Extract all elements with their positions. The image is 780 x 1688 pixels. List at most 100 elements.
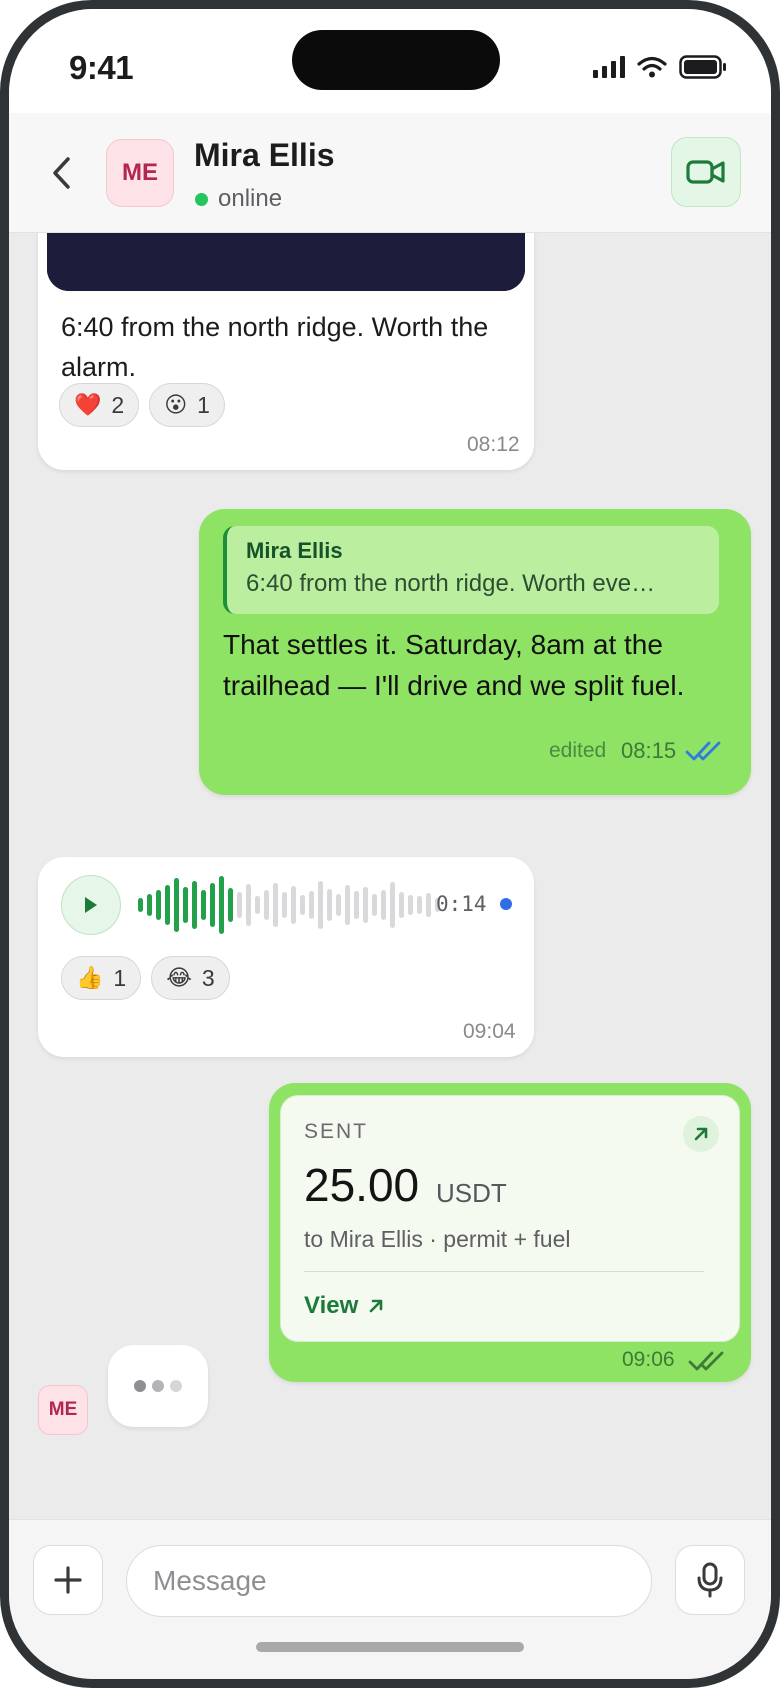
- quoted-message[interactable]: Mira Ellis 6:40 from the north ridge. Wo…: [223, 526, 719, 614]
- transaction-currency: USDT: [436, 1178, 507, 1208]
- waveform-bar: [354, 891, 359, 919]
- composer-bar: [9, 1519, 771, 1679]
- reactions: 👍 1 😂 3: [61, 956, 230, 1000]
- double-check-read-icon: [685, 741, 721, 761]
- waveform-bar: [336, 894, 341, 916]
- double-check-delivered-icon: [688, 1351, 724, 1371]
- waveform-bar: [372, 894, 377, 916]
- wifi-icon: [637, 56, 667, 78]
- divider: [304, 1271, 704, 1272]
- reaction-laughing[interactable]: 😂 3: [151, 956, 230, 1000]
- waveform-bar: [417, 896, 422, 914]
- online-dot: [195, 192, 208, 206]
- typing-dot: [134, 1380, 146, 1392]
- waveform-bar: [237, 892, 242, 918]
- message-time: 09:04: [463, 1020, 516, 1043]
- waveform-bar: [255, 896, 260, 914]
- message-reply[interactable]: Mira Ellis 6:40 from the north ridge. Wo…: [199, 509, 751, 795]
- view-transaction-link[interactable]: View: [304, 1292, 384, 1320]
- waveform-bar: [399, 892, 404, 918]
- reaction-count: 1: [197, 391, 210, 418]
- contact-name[interactable]: Mira Ellis: [194, 137, 335, 174]
- thumbs-up-emoji: 👍: [76, 965, 104, 991]
- message-time: 08:15: [621, 738, 677, 763]
- waveform-bar: [363, 887, 368, 923]
- quote-author: Mira Ellis: [246, 538, 343, 563]
- voice-duration: 0:14: [436, 892, 487, 916]
- waveform-bar: [426, 893, 431, 917]
- message-text: 6:40 from the north ridge. Worth the ala…: [61, 312, 489, 382]
- waveform-bar: [291, 886, 296, 924]
- message-time: 09:06: [622, 1348, 675, 1371]
- quote-text: 6:40 from the north ridge. Worth eve…: [246, 570, 656, 597]
- screen: 9:41 ME Mira Ellis online 6:40 from the …: [9, 9, 771, 1679]
- transaction-status: SENT: [304, 1120, 369, 1143]
- typing-dot: [152, 1380, 164, 1392]
- video-call-button[interactable]: [671, 137, 741, 207]
- dynamic-island: [292, 30, 500, 90]
- reaction-surprised[interactable]: 😮 1: [149, 383, 225, 427]
- message-voice[interactable]: 0:14 👍 1 😂 3 09:04: [38, 857, 534, 1057]
- presence-status: online: [195, 185, 282, 213]
- waveform-bar: [147, 894, 152, 916]
- waveform-bar: [381, 890, 386, 920]
- waveform-bar: [264, 890, 269, 920]
- reactions: ❤️ 2 😮 1: [59, 383, 225, 427]
- typing-avatar[interactable]: ME: [38, 1385, 88, 1435]
- typing-indicator: [108, 1345, 208, 1427]
- waveform-bar: [309, 891, 314, 919]
- waveform-bar: [201, 890, 206, 920]
- plus-icon: [54, 1566, 82, 1594]
- chat-header: ME Mira Ellis online: [9, 113, 771, 233]
- microphone-icon: [697, 1562, 723, 1598]
- message-photo[interactable]: 6:40 from the north ridge. Worth the ala…: [38, 233, 534, 470]
- message-text: That settles it. Saturday, 8am at the tr…: [223, 629, 685, 701]
- waveform-bar: [345, 885, 350, 925]
- unplayed-indicator: [500, 898, 512, 910]
- play-icon: [85, 897, 97, 913]
- back-button[interactable]: [39, 149, 83, 197]
- battery-icon: [679, 55, 726, 79]
- voice-record-button[interactable]: [675, 1545, 745, 1615]
- waveform-bar: [246, 884, 251, 926]
- cellular-signal-icon: [593, 56, 625, 78]
- waveform-bar: [408, 895, 413, 915]
- voice-waveform[interactable]: [138, 875, 440, 935]
- message-time: 08:12: [467, 433, 520, 456]
- message-list[interactable]: 6:40 from the north ridge. Worth the ala…: [9, 233, 771, 1519]
- transaction-note: to Mira Ellis · permit + fuel: [304, 1226, 571, 1252]
- status-icons: [593, 55, 727, 79]
- phone-frame: 9:41 ME Mira Ellis online 6:40 from the …: [0, 0, 780, 1688]
- waveform-bar: [300, 895, 305, 915]
- transaction-amount: 25.00: [304, 1159, 420, 1211]
- sent-arrow-icon: [683, 1116, 719, 1152]
- waveform-bar: [156, 890, 161, 920]
- play-button[interactable]: [61, 875, 121, 935]
- status-bar: 9:41: [9, 9, 771, 113]
- mountain-photo-icon: [47, 233, 525, 291]
- waveform-bar: [273, 883, 278, 927]
- message-transaction[interactable]: SENT 25.00 USDT to Mira Ellis · permit +…: [269, 1083, 751, 1382]
- waveform-bar: [174, 878, 179, 932]
- heart-emoji: ❤️: [74, 392, 102, 418]
- video-camera-icon: [686, 160, 725, 184]
- typing-dot: [170, 1380, 182, 1392]
- laughing-emoji: 😂: [166, 965, 192, 991]
- waveform-bar: [183, 887, 188, 923]
- external-arrow-icon: [369, 1299, 383, 1313]
- waveform-bar: [318, 881, 323, 929]
- reaction-count: 2: [111, 391, 125, 418]
- waveform-bar: [228, 888, 233, 922]
- transaction-card[interactable]: SENT 25.00 USDT to Mira Ellis · permit +…: [280, 1095, 740, 1342]
- contact-avatar[interactable]: ME: [106, 139, 174, 207]
- attach-button[interactable]: [33, 1545, 103, 1615]
- message-input[interactable]: [126, 1545, 652, 1617]
- reaction-thumbs-up[interactable]: 👍 1: [61, 956, 142, 1000]
- waveform-bar: [165, 885, 170, 925]
- message-image[interactable]: [47, 233, 525, 291]
- reaction-heart[interactable]: ❤️ 2: [59, 383, 140, 427]
- waveform-bar: [192, 881, 197, 929]
- waveform-bar: [219, 876, 224, 934]
- waveform-bar: [327, 889, 332, 921]
- home-indicator[interactable]: [256, 1642, 524, 1652]
